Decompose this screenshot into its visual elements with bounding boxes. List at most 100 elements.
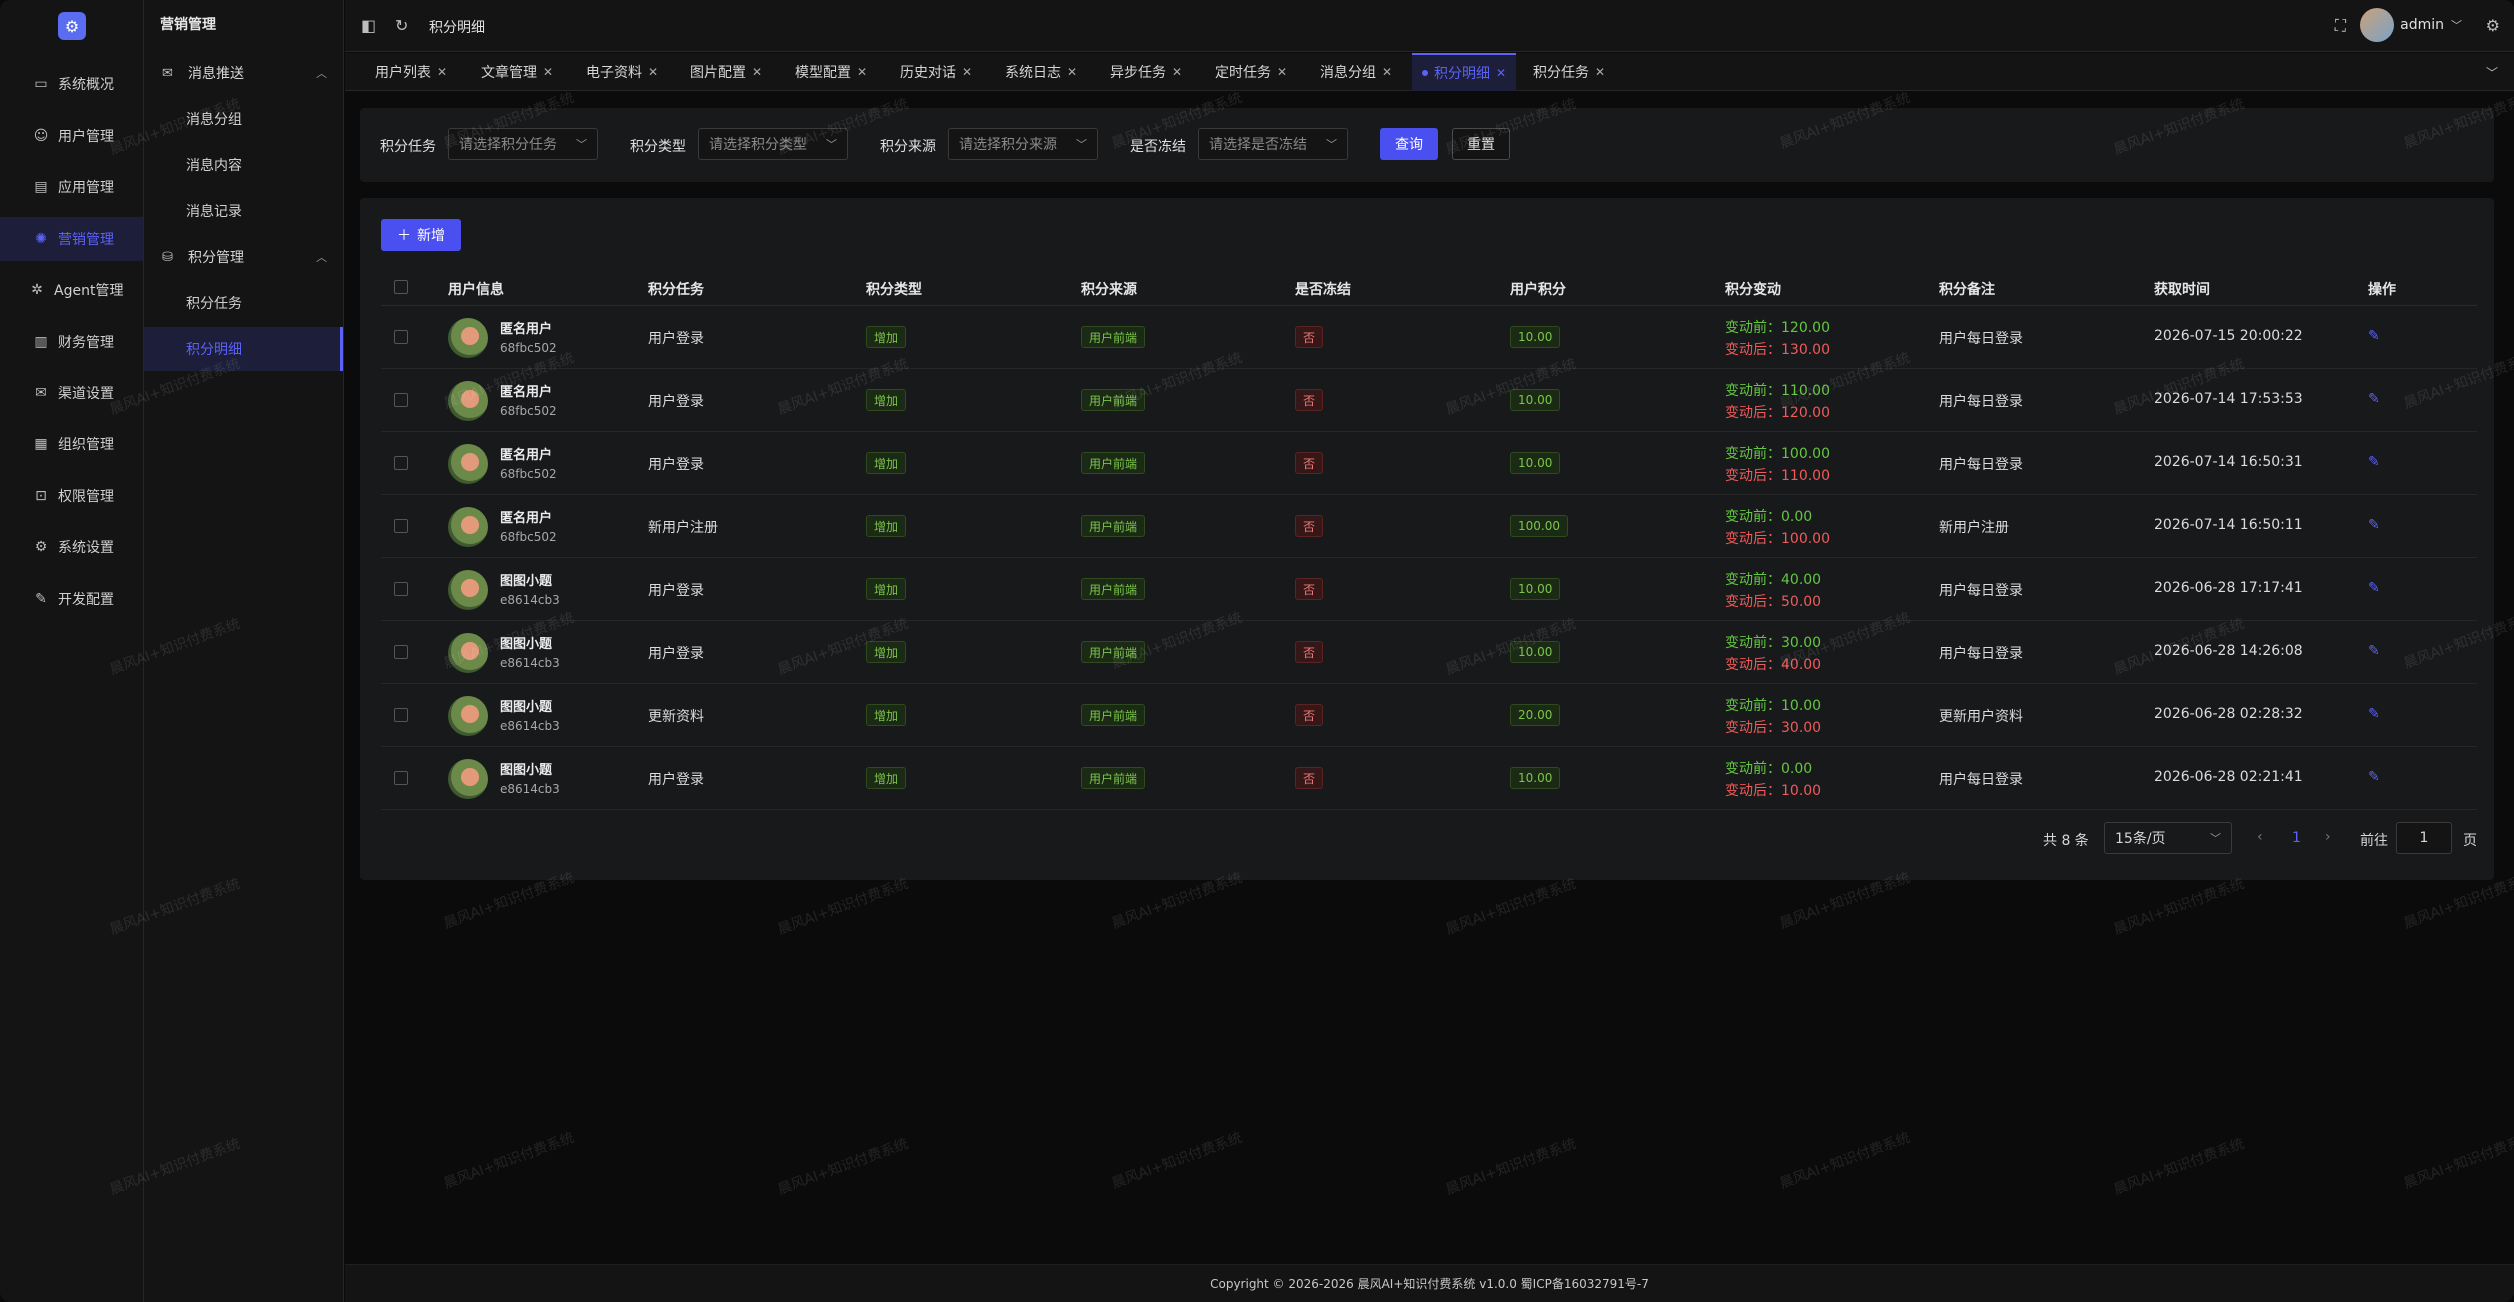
edit-icon[interactable]: ✎	[2368, 328, 2380, 344]
menu-item-message-group[interactable]: 消息分组	[144, 97, 343, 141]
tab-async-tasks[interactable]: 异步任务 ✕	[1100, 53, 1192, 91]
sidebar-item-users[interactable]: ☺ 用户管理	[0, 114, 143, 158]
row-checkbox[interactable]	[394, 708, 408, 722]
close-icon[interactable]: ✕	[1595, 65, 1605, 79]
user-points-tag: 10.00	[1510, 326, 1561, 348]
row-checkbox[interactable]	[394, 393, 408, 407]
agent-icon: ✲	[31, 282, 43, 298]
username[interactable]: admin	[2400, 17, 2444, 33]
frozen-tag: 否	[1295, 767, 1324, 789]
edit-icon[interactable]: ✎	[2368, 643, 2380, 659]
sub-sidebar-title: 营销管理	[160, 17, 216, 33]
edit-icon[interactable]: ✎	[2368, 580, 2380, 596]
page-number-current[interactable]: 1	[2292, 830, 2301, 846]
filter-source-select[interactable]: 请选择积分来源 ﹀	[948, 128, 1098, 160]
tab-message-group[interactable]: 消息分组 ✕	[1310, 53, 1402, 91]
tab-model-config[interactable]: 模型配置 ✕	[785, 53, 877, 91]
close-icon[interactable]: ✕	[1172, 65, 1182, 79]
close-icon[interactable]: ✕	[648, 65, 658, 79]
menu-item-message-content[interactable]: 消息内容	[144, 143, 343, 187]
edit-icon: ✎	[35, 591, 47, 607]
tab-points-task[interactable]: 积分任务 ✕	[1523, 53, 1615, 91]
gear-icon[interactable]: ⚙	[2486, 16, 2500, 35]
menu-group-points[interactable]: ⛁ 积分管理 ︿	[144, 237, 343, 277]
fullscreen-icon[interactable]: ⛶	[2335, 16, 2346, 36]
edit-icon[interactable]: ✎	[2368, 454, 2380, 470]
points-task: 用户登录	[648, 394, 704, 410]
before-prefix: 变动前：	[1725, 635, 1781, 651]
edit-icon[interactable]: ✎	[2368, 769, 2380, 785]
mail-icon: ✉	[35, 385, 47, 401]
page-size-select[interactable]: 15条/页 ﹀	[2104, 822, 2232, 854]
next-page-icon[interactable]: ›	[2325, 829, 2331, 845]
frozen-tag: 否	[1295, 704, 1324, 726]
row-checkbox[interactable]	[394, 582, 408, 596]
row-checkbox[interactable]	[394, 645, 408, 659]
tab-chat-history[interactable]: 历史对话 ✕	[890, 53, 982, 91]
points-type-tag: 增加	[866, 389, 907, 411]
close-icon[interactable]: ✕	[857, 65, 867, 79]
collapse-sidebar-icon[interactable]: ◧	[361, 16, 376, 35]
close-icon[interactable]: ✕	[1277, 65, 1287, 79]
points-after: 变动后：130.00	[1725, 339, 1830, 359]
close-icon[interactable]: ✕	[543, 65, 553, 79]
table-row: 图图小题 e8614cb3 用户登录 增加 用户前端否 10.00 变动前：0.00 变动后：…	[381, 747, 2477, 810]
goto-page-input[interactable]	[2396, 822, 2452, 854]
sidebar-item-channels[interactable]: ✉ 渠道设置	[0, 371, 143, 415]
after-value: 110.00	[1781, 468, 1830, 484]
close-icon[interactable]: ✕	[752, 65, 762, 79]
close-icon[interactable]: ✕	[437, 65, 447, 79]
acquired-time: 2026-06-28 17:17:41	[2154, 580, 2303, 596]
tab-system-log[interactable]: 系统日志 ✕	[995, 53, 1087, 91]
menu-group-message-push[interactable]: ✉ 消息推送 ︿	[144, 53, 343, 93]
tab-e-materials[interactable]: 电子资料 ✕	[576, 53, 668, 91]
close-icon[interactable]: ✕	[1067, 65, 1077, 79]
tab-scheduled-tasks[interactable]: 定时任务 ✕	[1205, 53, 1297, 91]
menu-item-points-detail[interactable]: 积分明细	[144, 327, 343, 371]
close-icon[interactable]: ✕	[962, 65, 972, 79]
tab-user-list[interactable]: 用户列表 ✕	[365, 53, 457, 91]
row-checkbox[interactable]	[394, 456, 408, 470]
avatar[interactable]	[2360, 8, 2394, 42]
reset-button[interactable]: 重置	[1452, 128, 1510, 160]
sidebar-item-settings[interactable]: ⚙ 系统设置	[0, 525, 143, 569]
sidebar-item-apps[interactable]: ▤ 应用管理	[0, 165, 143, 209]
edit-icon[interactable]: ✎	[2368, 706, 2380, 722]
close-icon[interactable]: ✕	[1496, 66, 1506, 80]
row-checkbox[interactable]	[394, 519, 408, 533]
tab-image-config[interactable]: 图片配置 ✕	[680, 53, 772, 91]
sidebar-item-label: 组织管理	[58, 437, 114, 453]
prev-page-icon[interactable]: ‹	[2257, 829, 2263, 845]
query-button[interactable]: 查询	[1380, 128, 1438, 160]
select-placeholder: 请选择积分类型	[709, 137, 807, 153]
app-logo-icon[interactable]: ⚙	[58, 12, 86, 40]
sidebar-item-label: 渠道设置	[58, 386, 114, 402]
points-before: 变动前：120.00	[1725, 317, 1830, 337]
filter-frozen-select[interactable]: 请选择是否冻结 ﹀	[1198, 128, 1348, 160]
add-button[interactable]: ＋ 新增	[381, 219, 461, 251]
chevron-down-icon[interactable]: ﹀	[2451, 17, 2462, 33]
menu-item-points-task[interactable]: 积分任务	[144, 281, 343, 325]
edit-icon[interactable]: ✎	[2368, 391, 2380, 407]
sidebar-item-finance[interactable]: ▥ 财务管理	[0, 320, 143, 364]
tab-articles[interactable]: 文章管理 ✕	[471, 53, 563, 91]
row-checkbox[interactable]	[394, 330, 408, 344]
points-before: 变动前：10.00	[1725, 695, 1821, 715]
select-all-checkbox[interactable]	[394, 280, 408, 294]
sidebar-item-org[interactable]: ▦ 组织管理	[0, 422, 143, 466]
edit-icon[interactable]: ✎	[2368, 517, 2380, 533]
tab-points-detail[interactable]: 积分明细 ✕	[1412, 53, 1517, 91]
menu-item-message-record[interactable]: 消息记录	[144, 189, 343, 233]
sidebar-item-overview[interactable]: ▭ 系统概况	[0, 62, 143, 106]
sidebar-item-agent[interactable]: ✲ Agent管理	[0, 268, 143, 312]
sidebar-item-permissions[interactable]: ⊡ 权限管理	[0, 474, 143, 518]
tabs-more-chevron-icon[interactable]: ﹀	[2486, 64, 2498, 81]
filter-type-select[interactable]: 请选择积分类型 ﹀	[698, 128, 848, 160]
before-prefix: 变动前：	[1725, 761, 1781, 777]
filter-task-select[interactable]: 请选择积分任务 ﹀	[448, 128, 598, 160]
refresh-icon[interactable]: ↻	[395, 16, 408, 35]
sidebar-item-dev[interactable]: ✎ 开发配置	[0, 577, 143, 621]
close-icon[interactable]: ✕	[1382, 65, 1392, 79]
row-checkbox[interactable]	[394, 771, 408, 785]
sidebar-item-marketing[interactable]: ✺ 营销管理	[0, 217, 143, 261]
